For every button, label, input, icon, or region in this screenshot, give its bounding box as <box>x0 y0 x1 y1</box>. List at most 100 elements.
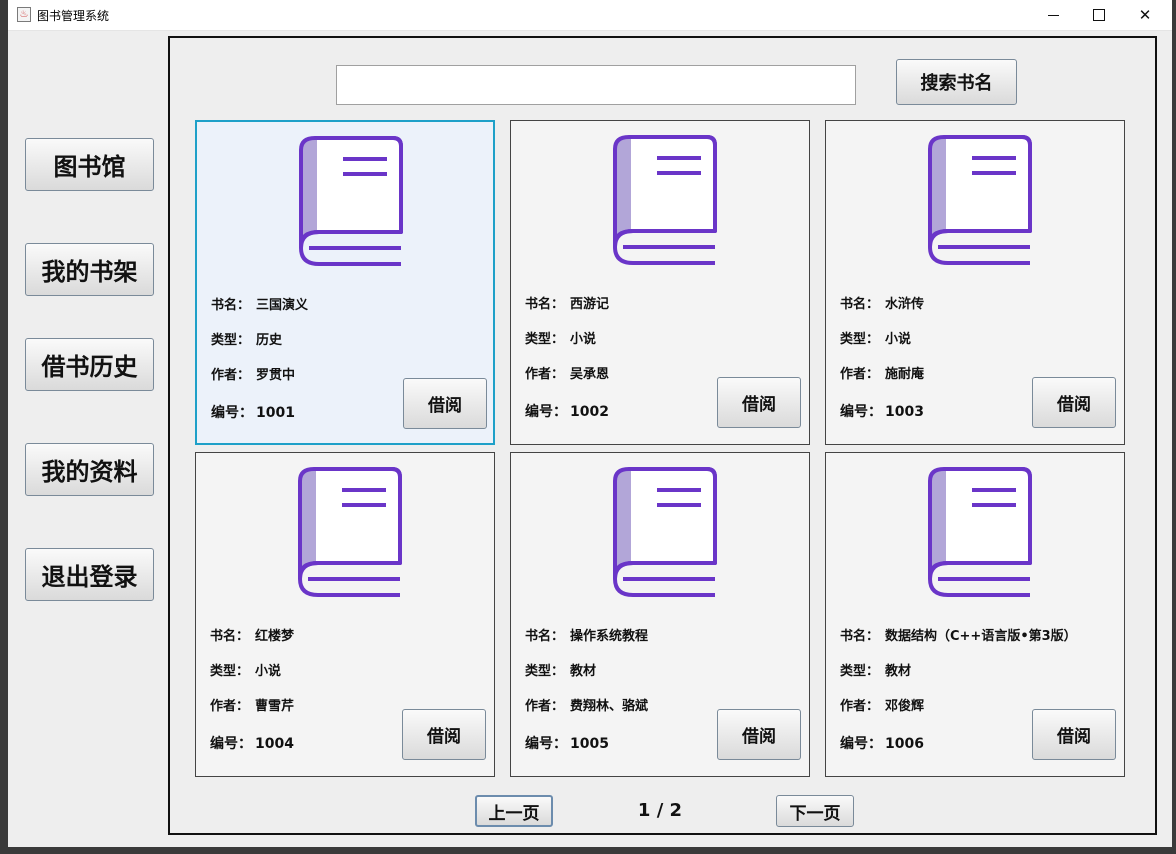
page-indicator: 1 / 2 <box>637 800 683 821</box>
minimize-button[interactable] <box>1030 0 1076 30</box>
book-card[interactable]: 书名： 操作系统教程 类型： 教材 作者： 费翔林、骆斌 编号： 1005 借阅 <box>510 452 810 777</box>
sidebar: 图书馆 我的书架 借书历史 我的资料 退出登录 <box>8 31 168 847</box>
sidebar-item-my-bookshelf[interactable]: 我的书架 <box>25 243 154 296</box>
next-page-button[interactable]: 下一页 <box>776 795 854 827</box>
borrow-button[interactable]: 借阅 <box>1032 709 1116 760</box>
close-button[interactable]: ✕ <box>1122 0 1168 30</box>
book-type-label: 类型： <box>211 333 251 348</box>
close-icon: ✕ <box>1138 6 1152 24</box>
book-author: 吴承恩 <box>570 367 610 382</box>
book-type-label: 类型： <box>840 332 880 347</box>
search-input[interactable] <box>336 65 856 105</box>
book-icon <box>609 465 719 600</box>
sidebar-item-logout[interactable]: 退出登录 <box>25 548 154 601</box>
book-name: 水浒传 <box>885 297 925 312</box>
book-id-row: 编号： 1003 <box>840 401 924 421</box>
book-id-label: 编号： <box>525 404 567 420</box>
book-id: 1003 <box>885 404 924 420</box>
book-author-row: 作者： 邓俊辉 <box>840 695 924 714</box>
book-name-label: 书名： <box>840 629 880 644</box>
maximize-icon <box>1093 9 1105 21</box>
book-name-row: 书名： 数据结构（C++语言版•第3版） <box>840 625 1077 644</box>
book-author-row: 作者： 吴承恩 <box>525 363 609 382</box>
book-card[interactable]: 书名： 三国演义 类型： 历史 作者： 罗贯中 编号： 1001 借阅 <box>195 120 495 445</box>
minimize-icon <box>1047 14 1059 16</box>
title-bar: ♨ 图书管理系统 ✕ <box>8 0 1172 31</box>
book-id: 1006 <box>885 736 924 752</box>
book-id-row: 编号： 1006 <box>840 733 924 753</box>
book-icon <box>609 133 719 268</box>
book-type: 历史 <box>256 333 283 348</box>
book-author-label: 作者： <box>211 368 251 383</box>
sidebar-item-borrow-history[interactable]: 借书历史 <box>25 338 154 391</box>
book-author-row: 作者： 施耐庵 <box>840 363 924 382</box>
book-name-label: 书名： <box>525 297 565 312</box>
book-id: 1002 <box>570 404 609 420</box>
book-name: 三国演义 <box>256 298 309 313</box>
book-id-label: 编号： <box>210 736 252 752</box>
sidebar-item-library[interactable]: 图书馆 <box>25 138 154 191</box>
maximize-button[interactable] <box>1076 0 1122 30</box>
book-type-row: 类型： 小说 <box>840 328 911 347</box>
book-name-label: 书名： <box>210 629 250 644</box>
book-card[interactable]: 书名： 数据结构（C++语言版•第3版） 类型： 教材 作者： 邓俊辉 编号： 1006… <box>825 452 1125 777</box>
book-type-row: 类型： 教材 <box>525 660 596 679</box>
book-id: 1005 <box>570 736 609 752</box>
app-window: ♨ 图书管理系统 ✕ 图书馆 我的书架 借书历史 我的资料 退出登录 搜索书名 … <box>8 0 1172 847</box>
book-type: 小说 <box>570 332 597 347</box>
book-card[interactable]: 书名： 水浒传 类型： 小说 作者： 施耐庵 编号： 1003 借阅 <box>825 120 1125 445</box>
borrow-button[interactable]: 借阅 <box>402 709 486 760</box>
book-id-label: 编号： <box>840 736 882 752</box>
book-name-row: 书名： 操作系统教程 <box>525 625 648 644</box>
book-author-row: 作者： 费翔林、骆斌 <box>525 695 648 714</box>
book-type-row: 类型： 小说 <box>525 328 596 347</box>
book-name-row: 书名： 三国演义 <box>211 294 308 313</box>
book-author: 施耐庵 <box>885 367 925 382</box>
borrow-button[interactable]: 借阅 <box>403 378 487 429</box>
book-name-row: 书名： 红楼梦 <box>210 625 294 644</box>
window-title: 图书管理系统 <box>37 9 110 23</box>
book-icon <box>924 133 1034 268</box>
book-type: 教材 <box>570 664 597 679</box>
book-type-label: 类型： <box>525 332 565 347</box>
book-icon <box>294 465 404 600</box>
book-id: 1004 <box>255 736 294 752</box>
book-author-label: 作者： <box>840 367 880 382</box>
book-icon <box>295 134 405 269</box>
book-author: 邓俊辉 <box>885 699 925 714</box>
book-card[interactable]: 书名： 西游记 类型： 小说 作者： 吴承恩 编号： 1002 借阅 <box>510 120 810 445</box>
book-author-label: 作者： <box>525 367 565 382</box>
book-type-row: 类型： 历史 <box>211 329 282 348</box>
book-type-row: 类型： 小说 <box>210 660 281 679</box>
book-type-label: 类型： <box>840 664 880 679</box>
borrow-button[interactable]: 借阅 <box>1032 377 1116 428</box>
book-author: 罗贯中 <box>256 368 296 383</box>
book-icon <box>924 465 1034 600</box>
prev-page-button[interactable]: 上一页 <box>475 795 553 827</box>
book-author-row: 作者： 罗贯中 <box>211 364 295 383</box>
book-id-label: 编号： <box>840 404 882 420</box>
book-id-label: 编号： <box>525 736 567 752</box>
book-type: 小说 <box>885 332 912 347</box>
book-id-row: 编号： 1002 <box>525 401 609 421</box>
book-name: 操作系统教程 <box>570 629 649 644</box>
book-name-row: 书名： 西游记 <box>525 293 609 312</box>
sidebar-item-my-profile[interactable]: 我的资料 <box>25 443 154 496</box>
book-author-row: 作者： 曹雪芹 <box>210 695 294 714</box>
book-type-row: 类型： 教材 <box>840 660 911 679</box>
borrow-button[interactable]: 借阅 <box>717 377 801 428</box>
search-button[interactable]: 搜索书名 <box>896 59 1017 105</box>
book-card[interactable]: 书名： 红楼梦 类型： 小说 作者： 曹雪芹 编号： 1004 借阅 <box>195 452 495 777</box>
book-name-label: 书名： <box>525 629 565 644</box>
book-author: 曹雪芹 <box>255 699 295 714</box>
book-name: 数据结构（C++语言版•第3版） <box>885 629 1077 644</box>
borrow-button[interactable]: 借阅 <box>717 709 801 760</box>
book-author-label: 作者： <box>840 699 880 714</box>
book-author-label: 作者： <box>525 699 565 714</box>
book-id: 1001 <box>256 405 295 421</box>
book-name-row: 书名： 水浒传 <box>840 293 924 312</box>
book-author-label: 作者： <box>210 699 250 714</box>
book-id-row: 编号： 1004 <box>210 733 294 753</box>
book-type: 教材 <box>885 664 912 679</box>
book-author: 费翔林、骆斌 <box>570 699 649 714</box>
